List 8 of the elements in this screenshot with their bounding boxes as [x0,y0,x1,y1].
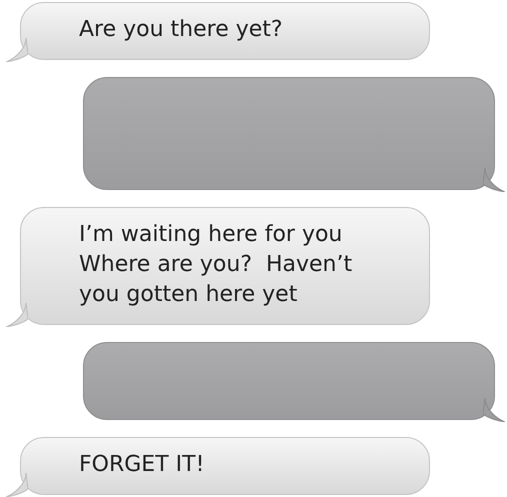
bubble-tail-icon [6,473,28,497]
bubble-tail-icon [483,168,505,192]
message-bubble: FORGET IT! [20,437,430,495]
bubble-tail-icon [6,38,28,62]
bubble-tail-icon [6,303,28,327]
message-bubble: I’m waiting here for you Where are you? Haven’t you gotten here yet [20,207,430,325]
bubble-tail-icon [483,398,505,422]
message-bubble: Are you there yet? [20,2,430,60]
